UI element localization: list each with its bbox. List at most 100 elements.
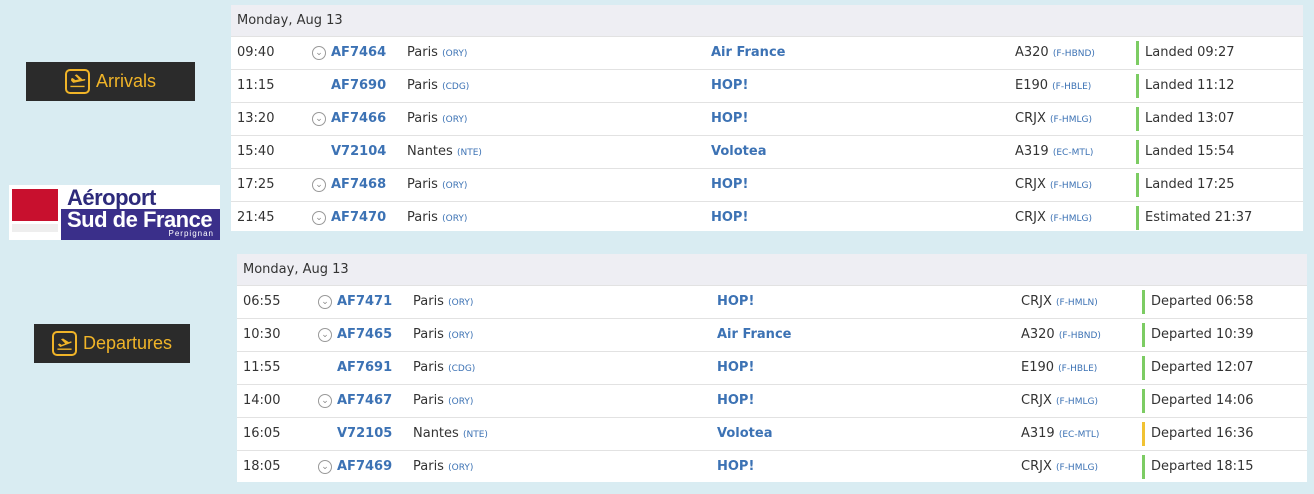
flight-row[interactable]: 15:40 V72104 Nantes (NTE) Volotea A319 (EC-M… bbox=[231, 135, 1303, 168]
airline-link[interactable]: HOP! bbox=[711, 202, 748, 234]
scheduled-time: 06:55 bbox=[243, 294, 281, 309]
chevron-down-icon[interactable]: ⌄ bbox=[312, 112, 326, 126]
flight-number-link[interactable]: AF7465 bbox=[337, 319, 392, 351]
flight-row[interactable]: 13:20 ⌄ AF7466 Paris (ORY) HOP! CRJX (F-HMLG)… bbox=[231, 102, 1303, 135]
airline-link[interactable]: HOP! bbox=[717, 352, 754, 384]
aircraft: CRJX (F-HMLG) bbox=[1015, 103, 1092, 136]
flight-row[interactable]: 09:40 ⌄ AF7464 Paris (ORY) Air France A320 (F… bbox=[231, 36, 1303, 69]
flight-row[interactable]: 21:45 ⌄ AF7470 Paris (ORY) HOP! CRJX (F-HMLG)… bbox=[231, 201, 1303, 234]
status-indicator bbox=[1142, 323, 1145, 347]
aircraft-registration[interactable]: (F-HMLG) bbox=[1050, 181, 1092, 191]
aircraft-registration[interactable]: (F-HBLE) bbox=[1052, 82, 1091, 92]
airport-code: (NTE) bbox=[456, 148, 482, 158]
status-indicator bbox=[1136, 107, 1139, 131]
aircraft-registration[interactable]: (F-HMLG) bbox=[1056, 397, 1098, 407]
aircraft-registration[interactable]: (F-HMLG) bbox=[1050, 214, 1092, 224]
flight-number-link[interactable]: AF7469 bbox=[337, 451, 392, 483]
airline-link[interactable]: Air France bbox=[717, 319, 791, 351]
flight-row[interactable]: 18:05 ⌄ AF7469 Paris (ORY) HOP! CRJX (F-HMLG)… bbox=[237, 450, 1307, 483]
city-name: Paris bbox=[413, 393, 444, 408]
airline-link[interactable]: Volotea bbox=[717, 418, 772, 450]
aircraft-registration[interactable]: (EC-MTL) bbox=[1053, 148, 1094, 158]
city-name: Paris bbox=[407, 177, 438, 192]
aircraft-registration[interactable]: (F-HBND) bbox=[1053, 49, 1095, 59]
status-indicator bbox=[1136, 140, 1139, 164]
status-indicator bbox=[1142, 422, 1145, 446]
city: Paris (CDG) bbox=[407, 70, 469, 103]
airline-link[interactable]: Volotea bbox=[711, 136, 766, 168]
flight-number-link[interactable]: AF7471 bbox=[337, 286, 392, 318]
aircraft-type: A319 bbox=[1015, 144, 1049, 159]
chevron-down-icon[interactable]: ⌄ bbox=[318, 328, 332, 342]
status-indicator bbox=[1136, 74, 1139, 98]
flight-row[interactable]: 16:05 V72105 Nantes (NTE) Volotea A319 (EC-M… bbox=[237, 417, 1307, 450]
scheduled-time: 13:20 bbox=[237, 111, 275, 126]
aircraft: CRJX (F-HMLG) bbox=[1021, 385, 1098, 418]
city: Paris (ORY) bbox=[407, 202, 467, 235]
flight-number-link[interactable]: V72105 bbox=[337, 418, 392, 450]
logo-line3: Perpignan bbox=[168, 229, 214, 238]
flight-number-link[interactable]: V72104 bbox=[331, 136, 386, 168]
aircraft: E190 (F-HBLE) bbox=[1021, 352, 1097, 385]
flight-row[interactable]: 14:00 ⌄ AF7467 Paris (ORY) HOP! CRJX (F-HMLG)… bbox=[237, 384, 1307, 417]
scheduled-time: 11:15 bbox=[237, 78, 275, 93]
flight-row[interactable]: 11:55 AF7691 Paris (CDG) HOP! E190 (F-HBLE) D… bbox=[237, 351, 1307, 384]
arrivals-date-header: Monday, Aug 13 bbox=[231, 5, 1303, 36]
airport-code: (ORY) bbox=[442, 49, 468, 59]
flight-number-link[interactable]: AF7690 bbox=[331, 70, 386, 102]
status-indicator bbox=[1136, 173, 1139, 197]
flight-number-link[interactable]: AF7691 bbox=[337, 352, 392, 384]
chevron-down-icon[interactable]: ⌄ bbox=[318, 394, 332, 408]
partner-logos bbox=[12, 224, 58, 232]
city: Nantes (NTE) bbox=[413, 418, 488, 451]
airline-link[interactable]: HOP! bbox=[717, 451, 754, 483]
chevron-down-icon[interactable]: ⌄ bbox=[312, 178, 326, 192]
flight-status: Departed 12:07 bbox=[1151, 360, 1254, 375]
flight-status: Landed 15:54 bbox=[1145, 144, 1235, 159]
departures-tab[interactable]: Departures bbox=[34, 324, 190, 363]
airport-code: (ORY) bbox=[448, 298, 474, 308]
flight-row[interactable]: 17:25 ⌄ AF7468 Paris (ORY) HOP! CRJX (F-HMLG)… bbox=[231, 168, 1303, 201]
airline-link[interactable]: HOP! bbox=[711, 169, 748, 201]
chevron-down-icon[interactable]: ⌄ bbox=[318, 460, 332, 474]
flight-number-link[interactable]: AF7468 bbox=[331, 169, 386, 201]
aircraft: A320 (F-HBND) bbox=[1015, 37, 1095, 70]
scheduled-time: 11:55 bbox=[243, 360, 281, 375]
flight-row[interactable]: 10:30 ⌄ AF7465 Paris (ORY) Air France A320 (F… bbox=[237, 318, 1307, 351]
status-indicator bbox=[1136, 41, 1139, 65]
airline-link[interactable]: HOP! bbox=[717, 385, 754, 417]
aircraft-registration[interactable]: (F-HMLN) bbox=[1056, 298, 1098, 308]
aircraft-type: CRJX bbox=[1021, 393, 1052, 408]
chevron-down-icon[interactable]: ⌄ bbox=[318, 295, 332, 309]
airline-link[interactable]: HOP! bbox=[717, 286, 754, 318]
aircraft-registration[interactable]: (F-HBLE) bbox=[1058, 364, 1097, 374]
airline-link[interactable]: HOP! bbox=[711, 70, 748, 102]
aircraft-registration[interactable]: (F-HBND) bbox=[1059, 331, 1101, 341]
flight-row[interactable]: 06:55 ⌄ AF7471 Paris (ORY) HOP! CRJX (F-HMLN)… bbox=[237, 285, 1307, 318]
airport-code: (ORY) bbox=[442, 115, 468, 125]
status-indicator bbox=[1142, 290, 1145, 314]
chevron-down-icon[interactable]: ⌄ bbox=[312, 46, 326, 60]
city: Paris (ORY) bbox=[407, 169, 467, 202]
aircraft-registration[interactable]: (F-HMLG) bbox=[1050, 115, 1092, 125]
flight-number-link[interactable]: AF7467 bbox=[337, 385, 392, 417]
city-name: Paris bbox=[413, 294, 444, 309]
flight-number-link[interactable]: AF7466 bbox=[331, 103, 386, 135]
departures-label: Departures bbox=[82, 333, 173, 353]
aircraft-registration[interactable]: (F-HMLG) bbox=[1056, 463, 1098, 473]
flight-status: Landed 13:07 bbox=[1145, 111, 1235, 126]
aircraft-type: CRJX bbox=[1015, 111, 1046, 126]
aircraft-registration[interactable]: (EC-MTL) bbox=[1059, 430, 1100, 440]
city-name: Paris bbox=[413, 360, 444, 375]
flight-row[interactable]: 11:15 AF7690 Paris (CDG) HOP! E190 (F-HBLE) L… bbox=[231, 69, 1303, 102]
flight-number-link[interactable]: AF7470 bbox=[331, 202, 386, 234]
flight-status: Landed 09:27 bbox=[1145, 45, 1235, 60]
arrivals-tab[interactable]: Arrivals bbox=[26, 62, 195, 101]
flight-number-link[interactable]: AF7464 bbox=[331, 37, 386, 69]
airline-link[interactable]: Air France bbox=[711, 37, 785, 69]
city: Nantes (NTE) bbox=[407, 136, 482, 169]
airline-link[interactable]: HOP! bbox=[711, 103, 748, 135]
city: Paris (ORY) bbox=[407, 103, 467, 136]
aircraft-type: E190 bbox=[1021, 360, 1055, 375]
chevron-down-icon[interactable]: ⌄ bbox=[312, 211, 326, 225]
